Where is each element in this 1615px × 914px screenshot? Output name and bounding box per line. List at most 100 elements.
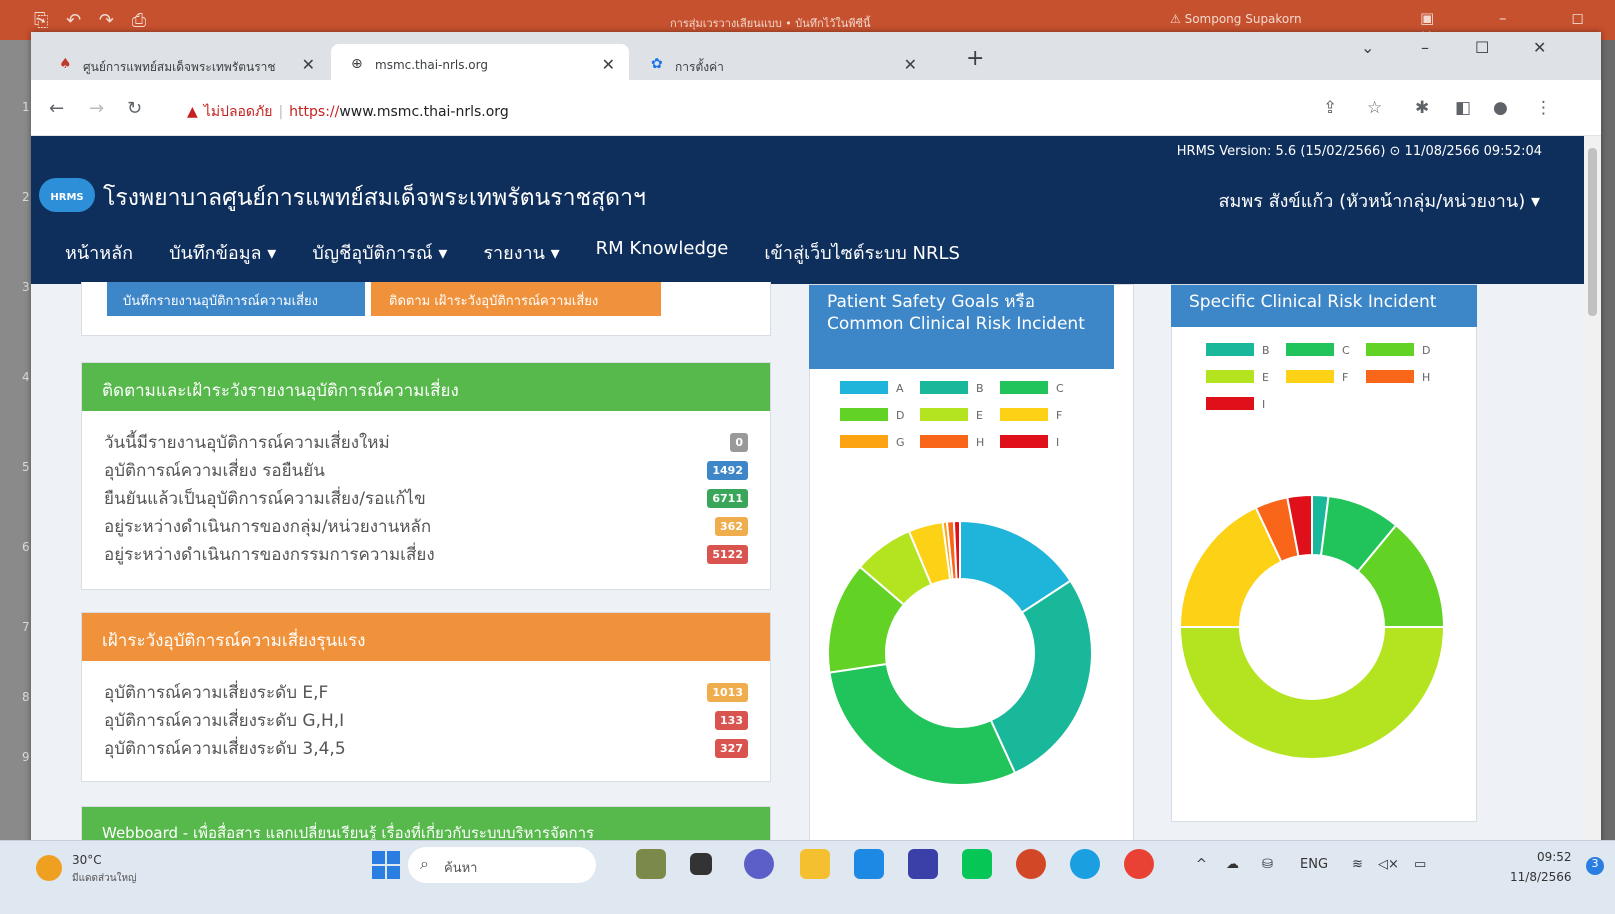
nav-rm-knowledge[interactable]: RM Knowledge	[596, 238, 729, 267]
chevron-up-icon[interactable]: ^	[1196, 857, 1207, 872]
list-item[interactable]: อุบัติการณ์ความเสี่ยงระดับ 3,4,5 327	[82, 735, 770, 763]
task-view-icon[interactable]	[690, 853, 712, 875]
legend-swatch-H[interactable]	[1366, 370, 1414, 383]
list-item[interactable]: อุบัติการณ์ความเสี่ยง รอยืนยัน 1492	[82, 457, 770, 485]
legend-swatch-F[interactable]	[1286, 370, 1334, 383]
forward-arrow-icon[interactable]: →	[89, 98, 104, 119]
file-explorer-icon[interactable]	[800, 849, 830, 879]
legend-label-I: I	[1262, 398, 1265, 411]
legend-swatch-B[interactable]	[920, 381, 968, 394]
mail-icon[interactable]	[854, 849, 884, 879]
legend-swatch-C[interactable]	[1000, 381, 1048, 394]
list-item[interactable]: วันนี้มีรายงานอุบัติการณ์ความเสี่ยงใหม่ 0	[82, 429, 770, 457]
whiteboard-icon[interactable]	[908, 849, 938, 879]
volume-icon[interactable]: ◁×	[1378, 857, 1399, 872]
taskbar-search[interactable]: ⌕ ค้นหา	[408, 847, 596, 883]
language-indicator[interactable]: ENG	[1300, 857, 1328, 872]
legend-swatch-F[interactable]	[1000, 408, 1048, 421]
tab-hospital[interactable]: ♠ ศูนย์การแพทย์สมเด็จพระเทพรัตนราช ✕	[39, 44, 329, 80]
nav-nrls[interactable]: เข้าสู่เว็บไซต์ระบบ NRLS	[764, 238, 960, 267]
menu-icon[interactable]: ⋮	[1535, 98, 1552, 118]
record-incident-button[interactable]: บันทึกรายงานอุบัติการณ์ความเสี่ยง	[107, 282, 365, 316]
tab-msmc[interactable]: ⊕ msmc.thai-nrls.org ✕	[331, 44, 629, 80]
user-menu[interactable]: สมพร สังข์แก้ว (หัวหน้ากลุ่ม/หน่วยงาน) ▾	[1219, 186, 1540, 215]
word-user[interactable]: ⚠ Sompong Supakorn	[1170, 12, 1302, 26]
close-icon[interactable]: ✕	[602, 55, 615, 74]
star-icon[interactable]: ☆	[1367, 98, 1382, 118]
cloud-icon[interactable]: ☁	[1226, 857, 1239, 872]
chrome-icon[interactable]	[1124, 849, 1154, 879]
list-item[interactable]: อุบัติการณ์ความเสี่ยงระดับ G,H,I 133	[82, 707, 770, 735]
teams-icon[interactable]	[744, 849, 774, 879]
list-item[interactable]: ยืนยันแล้วเป็นอุบัติการณ์ความเสี่ยง/รอแก…	[82, 485, 770, 513]
legend-swatch-G[interactable]	[840, 435, 888, 448]
search-placeholder: ค้นหา	[444, 861, 478, 876]
legend-label-E: E	[1262, 371, 1269, 384]
close-icon[interactable]: ✕	[904, 55, 917, 74]
legend-swatch-E[interactable]	[1206, 370, 1254, 383]
extensions-icon[interactable]: ✱	[1415, 98, 1429, 118]
legend-label-C: C	[1342, 344, 1350, 357]
temperature: 30°C	[72, 853, 102, 867]
page-scrollbar[interactable]	[1584, 136, 1601, 844]
nav-home[interactable]: หน้าหลัก	[65, 238, 133, 267]
globe-icon: ⊕	[351, 56, 363, 72]
donut-slice-C[interactable]	[828, 662, 1017, 786]
edge-icon[interactable]	[1070, 849, 1100, 879]
row-label: อุบัติการณ์ความเสี่ยงระดับ E,F	[104, 683, 329, 703]
wifi-icon[interactable]: ≋	[1352, 857, 1363, 872]
ruler-mark: 6	[22, 540, 30, 554]
list-item[interactable]: อยู่ระหว่างดำเนินการของกลุ่ม/หน่วยงานหลั…	[82, 513, 770, 541]
donut-slice-B[interactable]	[989, 579, 1093, 775]
line-icon[interactable]	[962, 849, 992, 879]
legend-swatch-H[interactable]	[920, 435, 968, 448]
legend-swatch-C[interactable]	[1286, 343, 1334, 356]
legend-swatch-E[interactable]	[920, 408, 968, 421]
profile-icon[interactable]: ●	[1493, 98, 1508, 118]
tab-settings[interactable]: ✿ การตั้งค่า ✕	[631, 44, 931, 80]
hospital-favicon-icon: ♠	[59, 56, 72, 72]
notification-badge[interactable]: 3	[1586, 857, 1604, 875]
count-badge: 327	[715, 739, 748, 758]
donut-slice-E[interactable]	[1178, 626, 1446, 760]
nav-report[interactable]: รายงาน ▾	[483, 238, 559, 267]
legend-swatch-B[interactable]	[1206, 343, 1254, 356]
row-label: อุบัติการณ์ความเสี่ยงระดับ 3,4,5	[104, 739, 346, 759]
weather-text: มีแดดส่วนใหญ่	[72, 873, 137, 884]
tab-label: ศูนย์การแพทย์สมเด็จพระเทพรัตนราช	[83, 60, 276, 74]
share-icon[interactable]: ⇪	[1323, 98, 1337, 118]
close-icon[interactable]: ✕	[302, 55, 315, 74]
list-item[interactable]: อยู่ระหว่างดำเนินการของกรรมการความเสี่ยง…	[82, 541, 770, 569]
hospital-name[interactable]: โรงพยาบาลศูนย์การแพทย์สมเด็จพระเทพรัตนรา…	[103, 180, 646, 216]
onedrive-icon[interactable]: ⛁	[1262, 857, 1273, 872]
nav-record[interactable]: บันทึกข้อมูล ▾	[169, 238, 276, 267]
legend-swatch-D[interactable]	[1366, 343, 1414, 356]
nav-incident-list[interactable]: บัญชีอุบัติการณ์ ▾	[312, 238, 447, 267]
maximize-button[interactable]: ☐	[1475, 38, 1489, 57]
side-panel-icon[interactable]: ◧	[1455, 98, 1471, 118]
quick-access-toolbar[interactable]: ⎘ ↶ ↷ ⎙	[34, 10, 152, 31]
legend-swatch-I[interactable]	[1206, 397, 1254, 410]
legend-label-G: G	[896, 436, 905, 449]
back-arrow-icon[interactable]: ←	[49, 98, 64, 119]
reload-icon[interactable]: ↻	[127, 98, 142, 119]
minimize-button[interactable]: –	[1421, 38, 1429, 57]
chevron-down-icon[interactable]: ⌄	[1361, 38, 1374, 57]
widget-app-icon[interactable]	[636, 849, 666, 879]
count-badge: 362	[715, 517, 748, 536]
address-bar[interactable]: ▲ ไม่ปลอดภัย | https://www.msmc.thai-nrls.o…	[171, 92, 1381, 126]
legend-swatch-I[interactable]	[1000, 435, 1048, 448]
close-window-button[interactable]: ✕	[1533, 38, 1546, 57]
clock-date: 11/8/2566	[1510, 870, 1572, 884]
list-item[interactable]: อุบัติการณ์ความเสี่ยงระดับ E,F 1013	[82, 679, 770, 707]
system-clock[interactable]: 09:52 11/8/2566	[1510, 847, 1572, 887]
legend-swatch-A[interactable]	[840, 381, 888, 394]
chart-title: Patient Safety Goals หรือ Common Clinica…	[809, 285, 1114, 369]
new-tab-button[interactable]: +	[966, 46, 984, 71]
windows-start-icon[interactable]	[372, 851, 400, 879]
powerpoint-icon[interactable]	[1016, 849, 1046, 879]
track-incident-button[interactable]: ติดตาม เฝ้าระวังอุบัติการณ์ความเสี่ยง	[371, 282, 661, 316]
scrollbar-thumb[interactable]	[1588, 148, 1597, 316]
battery-icon[interactable]: ▭	[1414, 857, 1426, 872]
legend-swatch-D[interactable]	[840, 408, 888, 421]
